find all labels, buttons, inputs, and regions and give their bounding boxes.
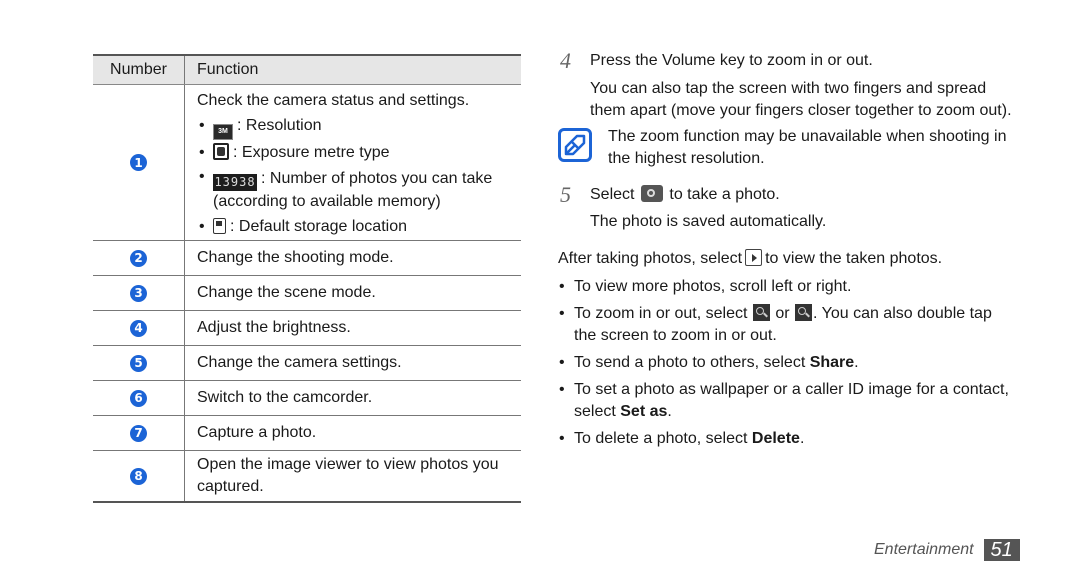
number-badge: 5	[130, 354, 147, 372]
page-number: 51	[983, 539, 1020, 561]
table-row: 7 Capture a photo.	[93, 416, 521, 451]
list-item: To view more photos, scroll left or righ…	[558, 276, 1018, 298]
row-intro: Check the camera status and settings.	[197, 92, 470, 109]
table-header: Number Function	[93, 54, 521, 85]
number-badge: 7	[130, 424, 147, 442]
list-item: 13938: Number of photos you can take (ac…	[197, 166, 521, 214]
header-number: Number	[93, 56, 185, 84]
step-detail: The photo is saved automatically.	[590, 213, 827, 230]
header-function: Function	[197, 61, 259, 78]
note: The zoom function may be unavailable whe…	[558, 126, 1018, 170]
table-row: 2 Change the shooting mode.	[93, 241, 521, 276]
note-icon	[558, 128, 592, 162]
step-number: 5	[560, 182, 571, 207]
zoom-out-icon	[795, 304, 813, 321]
table-row: 1 Check the camera status and settings. …	[93, 85, 521, 241]
play-icon	[745, 249, 763, 266]
row-text: Open the image viewer to view photos you…	[197, 456, 499, 495]
item-text: : Resolution	[237, 117, 322, 134]
row-text: Adjust the brightness.	[197, 319, 351, 336]
list-item: : Default storage location	[197, 214, 521, 240]
step-text: to take a photo.	[669, 186, 780, 203]
tips-list: To view more photos, scroll left or righ…	[558, 276, 1018, 450]
camera-icon	[640, 185, 663, 202]
number-badge: 2	[130, 249, 147, 267]
note-text: The zoom function may be unavailable whe…	[608, 128, 1007, 167]
step-5: 5 Select to take a photo. The photo is s…	[558, 182, 1018, 233]
page-footer: Entertainment 51	[874, 539, 1020, 561]
step-text: Select	[590, 186, 635, 203]
list-item: To delete a photo, select Delete.	[558, 428, 1018, 450]
list-item: 3M: Resolution	[197, 113, 521, 140]
function-table: Number Function 1 Check the camera statu…	[93, 54, 521, 503]
list-item: To set a photo as wallpaper or a caller …	[558, 379, 1018, 423]
number-badge: 4	[130, 319, 147, 337]
list-item: To zoom in or out, select or . You can a…	[558, 303, 1018, 347]
step-text: Press the Volume key to zoom in or out.	[590, 52, 873, 69]
row-text: Capture a photo.	[197, 424, 317, 441]
list-item: To send a photo to others, select Share.	[558, 352, 1018, 374]
row-text: Switch to the camcorder.	[197, 389, 373, 406]
number-badge: 8	[130, 467, 147, 485]
table-row: 8 Open the image viewer to view photos y…	[93, 451, 521, 503]
photo-count-icon: 13938	[213, 173, 257, 191]
table-row: 5 Change the camera settings.	[93, 346, 521, 381]
resolution-icon: 3M	[213, 124, 233, 140]
step-detail: You can also tap the screen with two fin…	[590, 80, 1012, 119]
item-text: : Default storage location	[230, 217, 407, 235]
table-row: 4 Adjust the brightness.	[93, 311, 521, 346]
instructions: 4 Press the Volume key to zoom in or out…	[558, 48, 1018, 455]
row-text: Change the shooting mode.	[197, 249, 394, 266]
item-text: : Exposure metre type	[233, 144, 390, 161]
step-4: 4 Press the Volume key to zoom in or out…	[558, 48, 1018, 122]
table-row: 3 Change the scene mode.	[93, 276, 521, 311]
storage-icon	[213, 217, 226, 234]
section-title: Entertainment	[874, 541, 974, 558]
after-text: After taking photos, select to view the t…	[558, 249, 943, 267]
exposure-metre-icon	[213, 143, 229, 160]
row-text: Change the camera settings.	[197, 354, 402, 371]
table-row: 6 Switch to the camcorder.	[93, 381, 521, 416]
list-item: : Exposure metre type	[197, 140, 521, 166]
number-badge: 3	[130, 284, 147, 302]
step-number: 4	[560, 48, 571, 73]
number-badge: 6	[130, 389, 147, 407]
number-badge: 1	[130, 154, 147, 171]
row-text: Change the scene mode.	[197, 284, 376, 301]
zoom-in-icon	[752, 304, 770, 321]
